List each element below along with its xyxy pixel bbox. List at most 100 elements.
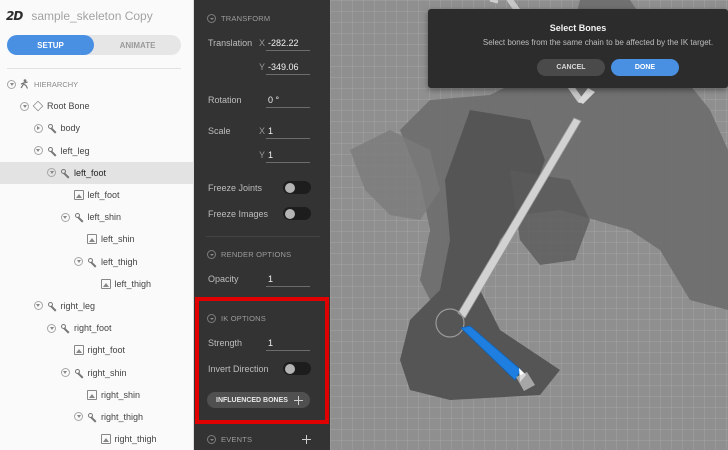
translation-y-input[interactable]: -349.06	[266, 62, 310, 75]
scale-y-input[interactable]: 1	[266, 150, 310, 163]
chevron-down-icon[interactable]	[74, 257, 83, 267]
freeze-images-toggle[interactable]	[283, 207, 311, 220]
hierarchy-item[interactable]: left_thigh	[0, 273, 193, 295]
bone-icon	[47, 146, 57, 156]
hierarchy-item[interactable]: left_leg	[0, 140, 193, 162]
hierarchy-item-label: right_foot	[87, 345, 126, 356]
skeleton-icon	[20, 79, 30, 89]
hierarchy-item[interactable]: Root Bone	[0, 95, 193, 117]
hierarchy-item[interactable]: left_foot	[0, 184, 193, 206]
image-icon	[73, 345, 84, 356]
events-section-header[interactable]: EVENTS	[207, 435, 252, 444]
hierarchy-header-label: HIERARCHY	[34, 79, 79, 89]
bone-icon	[47, 123, 57, 133]
image-icon	[87, 234, 97, 245]
mode-switch: SETUP ANIMATE	[7, 35, 181, 55]
opacity-label: Opacity	[208, 274, 239, 284]
image-icon	[100, 278, 111, 289]
hierarchy-item[interactable]: left_thigh	[0, 251, 193, 273]
image-icon	[87, 389, 97, 400]
bone-icon	[60, 168, 70, 178]
hierarchy-tree: HIERARCHY Root Bone body left_leg left_foot…	[0, 73, 193, 450]
translation-x-axis-label: X	[259, 38, 266, 48]
transform-section-header[interactable]: TRANSFORM	[207, 14, 270, 23]
hierarchy-item-label: left_foot	[74, 167, 107, 178]
freeze-joints-label: Freeze Joints	[208, 183, 263, 193]
freeze-joints-toggle[interactable]	[283, 181, 311, 194]
animate-mode-button[interactable]: ANIMATE	[94, 35, 181, 55]
hierarchy-item-label: body	[60, 123, 81, 134]
chevron-right-icon[interactable]	[33, 123, 43, 133]
hierarchy-item[interactable]: body	[0, 117, 193, 139]
transform-header-label: TRANSFORM	[221, 14, 271, 23]
freeze-images-label: Freeze Images	[208, 209, 269, 219]
scale-y-axis-label: Y	[259, 150, 266, 160]
hierarchy-item[interactable]: left_shin	[0, 206, 193, 228]
hierarchy-item-label: right_thigh	[101, 411, 144, 422]
render-options-section-header[interactable]: RENDER OPTIONS	[207, 250, 291, 259]
dialog-title: Select Bones	[549, 23, 607, 33]
ik-options-highlight	[195, 297, 329, 424]
document-title: sample_skeleton Copy	[31, 9, 153, 23]
toggle-knob	[285, 182, 295, 193]
add-event-icon[interactable]	[302, 435, 311, 444]
image-icon	[100, 434, 111, 445]
hierarchy-item[interactable]: right_thigh	[0, 406, 193, 428]
cancel-button[interactable]: CANCEL	[537, 59, 605, 76]
hierarchy-item-label: right_thigh	[114, 434, 157, 445]
chevron-down-icon	[207, 435, 216, 444]
hierarchy-panel: 2D sample_skeleton Copy SETUP ANIMATE HI…	[0, 0, 194, 450]
hierarchy-item-label: right_shin	[87, 367, 127, 378]
hierarchy-item[interactable]: right_shin	[0, 361, 193, 383]
render-options-header-label: RENDER OPTIONS	[221, 250, 292, 259]
hierarchy-header[interactable]: HIERARCHY	[0, 73, 193, 95]
collapse-toggle[interactable]	[7, 79, 16, 89]
hierarchy-item-label: right_leg	[60, 300, 96, 311]
hierarchy-item-label: Root Bone	[47, 101, 90, 112]
divider	[7, 68, 181, 69]
hierarchy-item[interactable]: right_foot	[0, 339, 193, 361]
chevron-down-icon[interactable]	[47, 323, 56, 333]
bone-icon	[60, 323, 70, 333]
bone-icon	[47, 301, 57, 311]
hierarchy-item-label: left_shin	[101, 234, 135, 245]
chevron-down-icon[interactable]	[60, 212, 70, 222]
scale-x-input[interactable]: 1	[266, 126, 310, 139]
hierarchy-item-label: left_foot	[87, 190, 120, 201]
chevron-down-icon[interactable]	[20, 101, 29, 111]
hierarchy-item-label: left_shin	[87, 212, 122, 223]
chevron-down-icon[interactable]	[74, 412, 83, 422]
translation-y-axis-label: Y	[259, 62, 266, 72]
chevron-down-icon	[207, 14, 216, 23]
chevron-down-icon[interactable]	[60, 368, 70, 378]
hierarchy-item[interactable]: right_foot	[0, 317, 193, 339]
setup-mode-button[interactable]: SETUP	[7, 35, 94, 55]
hierarchy-item-label: left_thigh	[101, 256, 138, 267]
scale-label: Scale	[208, 126, 231, 136]
chevron-down-icon[interactable]	[33, 146, 43, 156]
hierarchy-item[interactable]: left_foot	[0, 161, 193, 184]
app-logo: 2D	[6, 9, 23, 23]
translation-label: Translation	[208, 38, 253, 48]
opacity-input[interactable]: 1	[266, 274, 310, 287]
hierarchy-item-label: right_foot	[74, 323, 112, 334]
rotation-label: Rotation	[208, 95, 242, 105]
translation-x-input[interactable]: -282.22	[266, 38, 310, 51]
bone-icon	[87, 257, 97, 267]
app-header: 2D sample_skeleton Copy	[0, 0, 193, 32]
toggle-knob	[285, 208, 295, 219]
chevron-down-icon[interactable]	[47, 168, 56, 178]
rotation-input[interactable]: 0 °	[266, 95, 310, 108]
chevron-down-icon	[207, 250, 216, 259]
done-button[interactable]: DONE	[611, 59, 679, 76]
hierarchy-item[interactable]: left_shin	[0, 228, 193, 250]
scale-x-axis-label: X	[259, 126, 266, 136]
hierarchy-item[interactable]: right_thigh	[0, 428, 193, 450]
bone-icon	[74, 368, 84, 378]
hierarchy-item-label: right_shin	[101, 389, 141, 400]
divider	[206, 236, 320, 237]
hierarchy-item[interactable]: right_leg	[0, 295, 193, 317]
chevron-down-icon[interactable]	[33, 301, 43, 311]
hierarchy-item[interactable]: right_shin	[0, 384, 193, 406]
root-icon	[32, 100, 44, 112]
